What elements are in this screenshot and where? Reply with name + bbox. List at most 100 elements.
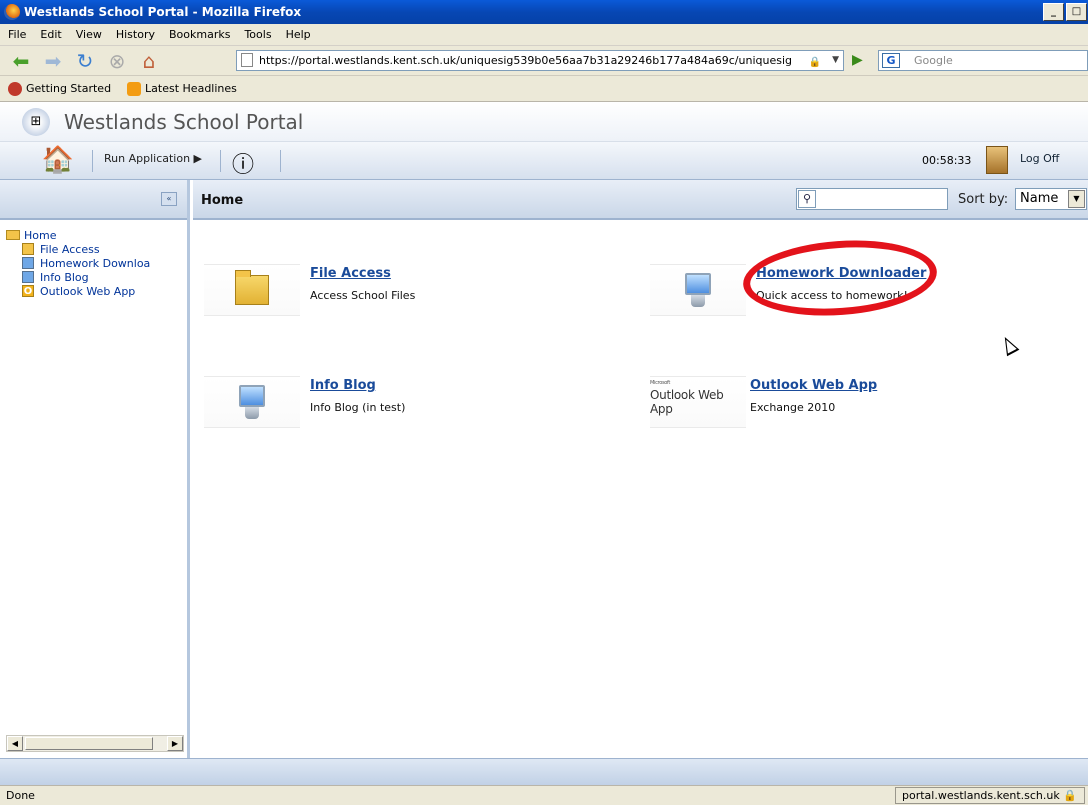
tree-label: File Access <box>40 242 100 256</box>
monitor-icon <box>22 257 34 269</box>
door-icon[interactable] <box>986 146 1008 174</box>
menu-history[interactable]: History <box>116 28 155 41</box>
menu-view[interactable]: View <box>76 28 102 41</box>
sort-select[interactable]: Name ▼ <box>1015 188 1087 210</box>
portal-search-input[interactable]: ⚲ <box>796 188 948 210</box>
bookmark-label: Latest Headlines <box>145 82 237 95</box>
windows-logo-icon: ⊞ <box>22 107 50 136</box>
portal-footer-bar <box>0 758 1088 785</box>
run-application-button[interactable]: Run Application ▶ <box>104 152 202 165</box>
window-controls: _ □ × <box>1043 3 1088 21</box>
monitor-icon <box>237 383 267 421</box>
tile-image: Microsoft Outlook Web App <box>650 376 746 428</box>
menu-bookmarks[interactable]: Bookmarks <box>169 28 230 41</box>
back-arrow-icon[interactable]: ⬅ <box>8 49 34 73</box>
search-engine-icon[interactable]: G <box>882 53 900 68</box>
scroll-left-icon[interactable]: ◀ <box>7 736 23 751</box>
window-title: Westlands School Portal - Mozilla Firefo… <box>24 5 302 19</box>
left-pane-scrollbar[interactable]: ◀ ▶ <box>6 735 184 752</box>
folder-icon <box>22 243 34 255</box>
tree-label: Outlook Web App <box>40 284 136 298</box>
stop-icon[interactable]: ⊗ <box>104 49 130 73</box>
tree-item-home[interactable]: Home <box>6 228 187 242</box>
info-icon[interactable]: ⓘ <box>232 147 254 179</box>
left-navigation-pane: « Home File Access Homework Downloa Info… <box>0 180 190 758</box>
tree-item-outlook-web-app[interactable]: O Outlook Web App <box>6 284 187 298</box>
rss-icon <box>127 81 142 96</box>
bookmark-label: Getting Started <box>26 82 112 95</box>
firefox-icon <box>4 4 20 20</box>
portal-toolbar: 🏠 Run Application ▶ ⓘ 00:58:33 Log Off <box>0 142 1088 180</box>
tile-description: Info Blog (in test) <box>310 401 406 414</box>
tile-link[interactable]: Outlook Web App <box>750 378 877 393</box>
url-dropdown-icon[interactable]: ▼ <box>832 51 839 70</box>
logo-text: Outlook Web App <box>650 388 724 416</box>
menu-tools[interactable]: Tools <box>244 28 271 41</box>
toolbar-divider <box>220 150 221 172</box>
tree-item-info-blog[interactable]: Info Blog <box>6 270 187 284</box>
tile-outlook-web-app[interactable]: Microsoft Outlook Web App Outlook Web App… <box>650 376 877 428</box>
sort-label: Sort by: <box>958 192 1009 207</box>
site-tree: Home File Access Homework Downloa Info B… <box>0 220 187 298</box>
bookmarks-toolbar: Getting Started Latest Headlines <box>0 76 1088 102</box>
page-icon <box>241 53 253 67</box>
page-content: ⊞ Westlands School Portal 🏠 Run Applicat… <box>0 102 1088 785</box>
menu-file[interactable]: File <box>8 28 26 41</box>
sort-value: Name <box>1020 191 1059 206</box>
log-off-button[interactable]: Log Off <box>1020 152 1059 165</box>
portal-home-icon[interactable]: 🏠 <box>40 145 76 175</box>
lock-icon[interactable]: 🔒 <box>809 53 821 70</box>
outlook-logo: Microsoft Outlook Web App <box>650 380 746 416</box>
menu-bar: File Edit View History Bookmarks Tools H… <box>0 24 1088 46</box>
tile-description: Access School Files <box>310 289 416 302</box>
portal-header: ⊞ Westlands School Portal <box>0 102 1088 142</box>
folder-icon <box>235 270 269 305</box>
page-title: Home <box>201 193 244 208</box>
url-text: https://portal.westlands.kent.sch.uk/uni… <box>259 54 793 67</box>
navigation-toolbar: ⬅ ➡ ↻ ⊗ ⌂ https://portal.westlands.kent.… <box>0 46 1088 76</box>
search-bar[interactable]: G Google <box>878 50 1088 71</box>
scrollbar-thumb[interactable] <box>25 737 153 750</box>
minimize-button[interactable]: _ <box>1043 3 1064 21</box>
tree-label: Homework Downloa <box>40 256 151 270</box>
chevron-down-icon[interactable]: ▼ <box>1068 190 1085 208</box>
monitor-icon <box>22 271 34 283</box>
left-pane-header: « <box>0 180 187 220</box>
tile-description: Exchange 2010 <box>750 401 836 414</box>
tile-info-blog[interactable]: Info Blog Info Blog (in test) <box>204 376 405 428</box>
status-domain-text: portal.westlands.kent.sch.uk <box>902 789 1060 802</box>
main-pane-header: Home ⚲ Sort by: Name ▼ <box>193 180 1088 220</box>
tile-link[interactable]: Info Blog <box>310 378 405 393</box>
tree-item-file-access[interactable]: File Access <box>6 242 187 256</box>
folder-icon <box>6 230 20 240</box>
tree-label: Info Blog <box>40 270 89 284</box>
bookmark-getting-started[interactable]: Getting Started <box>8 81 112 96</box>
tree-label: Home <box>24 228 57 242</box>
run-application-label: Run Application <box>104 152 191 165</box>
search-icon[interactable]: ⚲ <box>798 190 816 208</box>
tile-link[interactable]: File Access <box>310 266 415 281</box>
tile-image <box>650 264 746 316</box>
menu-edit[interactable]: Edit <box>40 28 61 41</box>
window-titlebar: Westlands School Portal - Mozilla Firefo… <box>0 0 1088 24</box>
url-bar[interactable]: https://portal.westlands.kent.sch.uk/uni… <box>236 50 844 71</box>
search-placeholder: Google <box>914 54 953 67</box>
toolbar-divider <box>92 150 93 172</box>
collapse-pane-icon[interactable]: « <box>161 192 177 206</box>
home-icon[interactable]: ⌂ <box>136 49 162 73</box>
firefox-bookmark-icon <box>8 81 22 96</box>
reload-icon[interactable]: ↻ <box>72 49 98 73</box>
forward-arrow-icon[interactable]: ➡ <box>40 49 66 73</box>
bookmark-latest-headlines[interactable]: Latest Headlines <box>127 81 237 96</box>
status-domain: portal.westlands.kent.sch.uk 🔒 <box>895 787 1085 804</box>
tree-item-homework-downloader[interactable]: Homework Downloa <box>6 256 187 270</box>
go-icon[interactable]: ▶ <box>852 52 863 68</box>
tile-file-access[interactable]: File Access Access School Files <box>204 264 415 316</box>
portal-title: Westlands School Portal <box>64 109 304 134</box>
maximize-button[interactable]: □ <box>1066 3 1087 21</box>
toolbar-divider <box>280 150 281 172</box>
menu-help[interactable]: Help <box>286 28 311 41</box>
scroll-right-icon[interactable]: ▶ <box>167 736 183 751</box>
logo-microsoft-text: Microsoft <box>650 380 671 386</box>
status-text: Done <box>6 789 35 802</box>
